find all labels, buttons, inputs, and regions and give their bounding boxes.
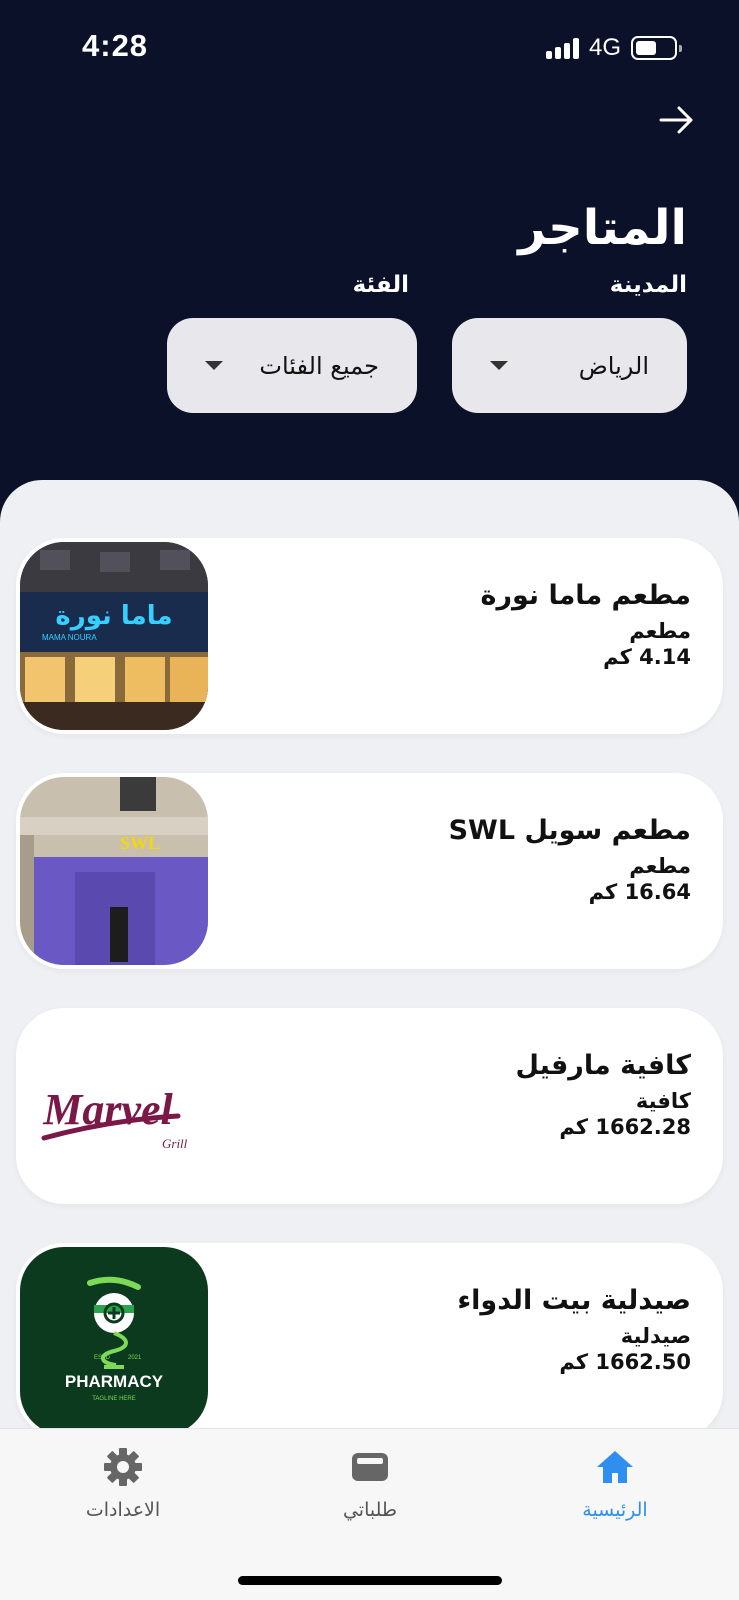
store-logo: Marvel Grill [20,1012,208,1200]
category-dropdown[interactable]: جميع الفئات [167,318,417,413]
tab-bar: الرئيسية طلباتي الاعدادات [0,1428,739,1600]
logo-estd: ESTD [94,1355,111,1361]
chevron-down-icon [205,361,223,370]
page-title: المتاجر [518,200,687,256]
store-distance: 1662.50 كم [559,1350,691,1374]
city-dropdown[interactable]: الرياض [452,318,687,413]
sign-text: SWL [120,833,160,853]
store-name: مطعم سويل SWL [448,815,691,846]
store-distance: 4.14 كم [603,645,691,669]
status-icons: 4G [545,34,682,62]
store-image: SWL [20,777,208,965]
network-type: 4G [588,34,621,61]
city-label: المدينة [609,272,687,298]
category-label: الفئة [352,272,409,298]
header: 4:28 4G المتاجر المدينة الفئة الرياض جمي… [0,0,739,520]
store-name: مطعم ماما نورة [480,580,692,611]
home-icon [597,1451,633,1483]
store-card[interactable]: ESTD 2021 PHARMACY TAGLINE HERE صيدلية ب… [16,1243,723,1439]
battery-icon [631,36,682,60]
city-value: الرياض [578,351,649,380]
store-distance: 1662.28 كم [559,1115,691,1139]
tab-orders-label: طلباتي [342,1499,398,1521]
tab-home[interactable]: الرئيسية [545,1445,685,1521]
store-image: ماما نورة MAMA NOURA [20,542,208,730]
back-arrow-icon[interactable] [657,100,697,140]
store-name: كافية مارفيل [515,1050,691,1081]
home-indicator [238,1576,502,1585]
store-card[interactable]: SWL مطعم سويل SWL مطعم 16.64 كم [16,773,723,969]
tab-settings-label: الاعدادات [85,1499,161,1521]
logo-text: Marvel [42,1085,173,1134]
store-logo: ESTD 2021 PHARMACY TAGLINE HERE [20,1247,208,1435]
tab-home-label: الرئيسية [582,1499,648,1521]
sign-text-en: MAMA NOURA [42,633,97,642]
logo-tagline: TAGLINE HERE [92,1396,136,1402]
chevron-down-icon [490,361,508,370]
logo-sub: Grill [162,1136,188,1151]
category-value: جميع الفئات [259,351,379,380]
tab-settings[interactable]: الاعدادات [53,1445,193,1521]
wallet-icon [352,1453,388,1481]
store-card[interactable]: Marvel Grill كافية مارفيل كافية 1662.28 … [16,1008,723,1204]
store-name: صيدلية بيت الدواء [457,1285,691,1316]
store-category: صيدلية [620,1324,691,1348]
logo-year: 2021 [128,1355,142,1361]
store-category: كافية [635,1089,691,1113]
store-category: مطعم [629,619,691,643]
sign-text: ماما نورة [55,601,172,631]
signal-icon [545,37,579,59]
logo-text: PHARMACY [65,1372,164,1391]
status-time: 4:28 [82,28,149,63]
store-distance: 16.64 كم [588,880,691,904]
gear-icon [104,1448,142,1486]
store-card[interactable]: ماما نورة MAMA NOURA مطعم ماما نورة مطعم… [16,538,723,734]
tab-orders[interactable]: طلباتي [300,1445,440,1521]
store-category: مطعم [629,854,691,878]
